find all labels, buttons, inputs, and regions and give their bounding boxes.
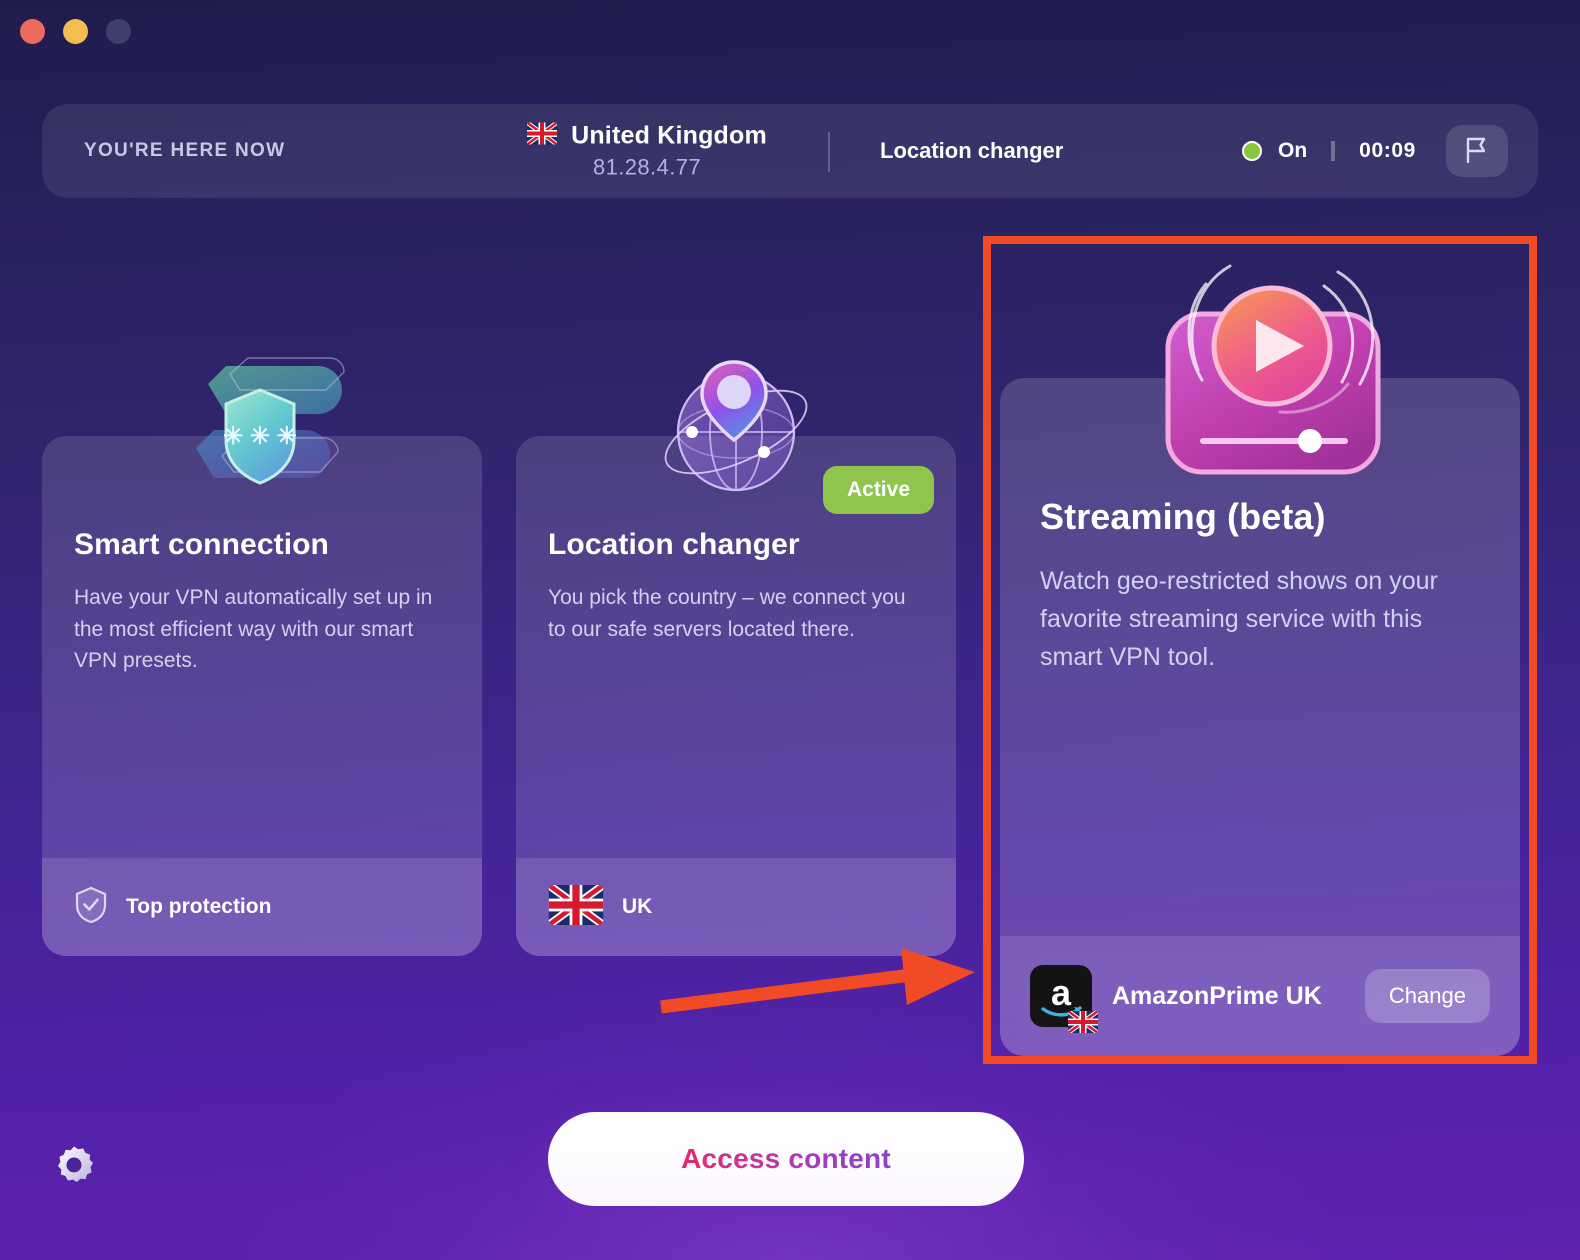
zoom-window-button[interactable]	[106, 18, 131, 44]
card-description: You pick the country – we connect you to…	[548, 586, 906, 641]
flag-icon-button[interactable]	[1446, 125, 1508, 177]
card-footer-label: UK	[622, 895, 653, 918]
svg-text:a: a	[1051, 972, 1072, 1013]
current-ip-address: 81.28.4.77	[593, 154, 701, 180]
connection-status-group: On 00:09	[1242, 139, 1416, 163]
minimize-window-button[interactable]	[63, 18, 88, 44]
header-divider	[828, 132, 830, 172]
vpn-app-window: YOU'RE HERE NOW United Kingdom 81.28.4.7…	[0, 0, 1580, 1260]
card-description: Watch geo-restricted shows on your favor…	[1040, 567, 1438, 671]
feature-card-location-changer[interactable]: Active Location changer You pick the cou…	[516, 436, 956, 956]
amazon-prime-icon: a	[1030, 965, 1098, 1033]
status-timer-divider	[1331, 141, 1336, 161]
shield-check-icon	[74, 886, 108, 929]
status-header-panel: YOU'RE HERE NOW United Kingdom 81.28.4.7…	[42, 104, 1538, 198]
card-footer-label: AmazonPrime UK	[1112, 981, 1322, 1010]
status-indicator-dot	[1242, 141, 1262, 161]
card-body: Streaming (beta) Watch geo-restricted sh…	[1000, 378, 1520, 936]
card-footer-label: Top protection	[126, 895, 272, 918]
close-window-button[interactable]	[20, 18, 45, 44]
session-timer: 00:09	[1359, 139, 1416, 162]
card-footer: a AmazonPrime UK Change	[1000, 936, 1520, 1056]
flag-icon	[1464, 136, 1490, 167]
uk-flag-badge-icon	[1068, 1011, 1098, 1033]
window-titlebar	[0, 0, 1580, 62]
feature-card-smart-connection[interactable]: Smart connection Have your VPN automatic…	[42, 436, 482, 956]
settings-button[interactable]	[50, 1142, 98, 1190]
status-on-label: On	[1278, 139, 1308, 162]
card-description: Have your VPN automatically set up in th…	[74, 586, 433, 672]
card-title: Smart connection	[74, 528, 329, 561]
feature-card-streaming[interactable]: Streaming (beta) Watch geo-restricted sh…	[1000, 378, 1520, 1056]
current-location-block: United Kingdom 81.28.4.77	[502, 122, 792, 181]
card-footer: Top protection	[42, 858, 482, 956]
active-mode-label: Location changer	[880, 138, 1064, 163]
here-now-label: YOU'RE HERE NOW	[84, 140, 286, 161]
access-content-button[interactable]: Access content	[548, 1112, 1024, 1206]
access-content-label: Access content	[681, 1143, 891, 1174]
card-footer: UK	[516, 858, 956, 956]
card-title: Location changer	[548, 528, 800, 561]
card-title: Streaming (beta)	[1040, 496, 1326, 537]
uk-flag-icon	[527, 122, 558, 150]
card-body: Smart connection Have your VPN automatic…	[42, 436, 482, 858]
status-badge: Active	[822, 466, 934, 514]
gear-icon	[50, 1146, 98, 1193]
uk-flag-icon	[548, 884, 604, 930]
change-service-button[interactable]: Change	[1364, 969, 1490, 1023]
current-country-name: United Kingdom	[571, 121, 767, 150]
